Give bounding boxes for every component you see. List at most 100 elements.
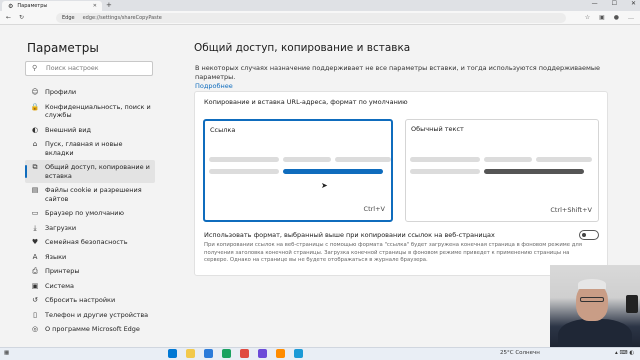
sidebar-item[interactable]: 🔒 Конфиденциальность, поиск и службы bbox=[25, 100, 155, 123]
sidebar-item[interactable]: ◐ Внешний вид bbox=[25, 123, 155, 138]
cookie-icon: ▤ bbox=[31, 186, 39, 194]
address-bar[interactable]: Edge edge://settings/shareCopyPaste bbox=[56, 13, 566, 23]
browser-toolbar: ← ↻ Edge edge://settings/shareCopyPaste … bbox=[0, 11, 640, 25]
close-tab-icon[interactable]: ✕ bbox=[93, 3, 97, 9]
sidebar-item-label: Файлы cookie и разрешения сайтов bbox=[45, 186, 142, 203]
weather-widget[interactable]: 25°C Солнечн bbox=[500, 350, 540, 356]
sidebar-item[interactable]: ⌂ Пуск, главная и новые вкладки bbox=[25, 137, 155, 160]
preview-bar bbox=[209, 157, 279, 162]
language-icon: A bbox=[32, 252, 38, 261]
new-tab-button[interactable]: + bbox=[106, 1, 112, 9]
sidebar-item[interactable]: ▭ Браузер по умолчанию bbox=[25, 206, 155, 221]
sidebar-item[interactable]: ⎙ Принтеры bbox=[25, 264, 155, 279]
sidebar-item-label: Общий доступ, копирование и вставка bbox=[45, 163, 150, 180]
taskbar-app-icon[interactable] bbox=[294, 349, 303, 358]
format-option-plain-text[interactable]: Обычный текст Ctrl+Shift+V bbox=[405, 119, 599, 222]
sidebar-item-label: Сбросить настройки bbox=[45, 296, 116, 304]
sidebar-item-label: Загрузки bbox=[45, 223, 77, 232]
close-window-icon[interactable]: ✕ bbox=[631, 0, 636, 7]
toggle-label: Использовать формат, выбранный выше при … bbox=[204, 231, 495, 239]
preview-bar bbox=[410, 169, 480, 174]
card-heading: Копирование и вставка URL-адреса, формат… bbox=[204, 98, 408, 106]
sidebar-item-label: Языки bbox=[45, 252, 67, 261]
sidebar-item[interactable]: ♥ Семейная безопасность bbox=[25, 235, 155, 250]
taskbar-left: ▦ bbox=[4, 350, 9, 356]
settings-sidebar: Параметры ⚲ Поиск настроек ☺ Профили 🔒 Конф… bbox=[0, 25, 163, 347]
preview-bar bbox=[283, 157, 331, 162]
sidebar-item-label: Конфиденциальность, поиск и службы bbox=[45, 102, 151, 120]
sidebar-item[interactable]: A Языки bbox=[25, 250, 155, 265]
page-description: В некоторых случаях назначение поддержив… bbox=[195, 64, 615, 91]
tab-title: Параметры bbox=[17, 3, 48, 9]
lock-icon: 🔒 bbox=[30, 102, 40, 111]
taskbar-app-icon[interactable] bbox=[222, 349, 231, 358]
microphone-icon bbox=[626, 295, 638, 313]
sidebar-item-label: Семейная безопасность bbox=[45, 238, 128, 246]
taskbar-app-icon[interactable] bbox=[168, 349, 177, 358]
refresh-icon[interactable]: ↻ bbox=[19, 14, 24, 21]
sidebar-item-label: О программе Microsoft Edge bbox=[45, 325, 140, 333]
family-icon: ♥ bbox=[31, 238, 39, 246]
sidebar-item-label: Профили bbox=[45, 88, 77, 96]
sidebar-item[interactable]: ◎ О программе Microsoft Edge bbox=[25, 322, 155, 337]
taskbar-app-icon[interactable] bbox=[186, 349, 195, 358]
appearance-icon: ◐ bbox=[31, 125, 39, 134]
maximize-icon[interactable]: ☐ bbox=[612, 0, 617, 7]
description-text: В некоторых случаях назначение поддержив… bbox=[195, 64, 601, 81]
taskbar-app-icon[interactable] bbox=[258, 349, 267, 358]
preview-text-bar bbox=[484, 169, 584, 174]
collections-icon[interactable]: ▣ bbox=[599, 14, 605, 21]
reset-icon: ↺ bbox=[32, 296, 38, 304]
sidebar-item-label: Система bbox=[45, 281, 75, 290]
option-link-shortcut: Ctrl+V bbox=[363, 205, 385, 213]
download-icon: ⤓ bbox=[33, 223, 37, 232]
tab-strip: ⚙ Параметры ✕ + — ☐ ✕ bbox=[0, 0, 640, 11]
preview-bar bbox=[335, 157, 391, 162]
webcam-overlay bbox=[550, 265, 640, 347]
share-icon: ⧉ bbox=[32, 163, 38, 171]
browser-icon: ▭ bbox=[31, 209, 39, 217]
sidebar-item-label: Браузер по умолчанию bbox=[45, 209, 125, 217]
option-plain-label: Обычный текст bbox=[411, 125, 464, 133]
preview-bar bbox=[410, 157, 480, 162]
more-icon[interactable]: … bbox=[628, 14, 634, 21]
profile-icon[interactable]: ● bbox=[614, 14, 619, 21]
address-url: edge://settings/shareCopyPaste bbox=[82, 15, 162, 21]
search-icon: ⚲ bbox=[32, 64, 38, 72]
widgets-icon[interactable]: ▦ bbox=[4, 350, 9, 356]
gear-icon: ⚙ bbox=[8, 2, 14, 10]
address-prefix: Edge bbox=[62, 15, 75, 21]
format-option-link[interactable]: Ссылка ➤ Ctrl+V bbox=[203, 119, 393, 222]
sidebar-item[interactable]: ↺ Сбросить настройки bbox=[25, 293, 155, 308]
page-title: Общий доступ, копирование и вставка bbox=[194, 42, 411, 54]
taskbar-app-icon[interactable] bbox=[204, 349, 213, 358]
system-tray[interactable]: ▴ ⌨ ◐ bbox=[615, 350, 634, 356]
sidebar-item[interactable]: ▯ Телефон и другие устройства bbox=[25, 308, 155, 323]
favorites-icon[interactable]: ☆ bbox=[585, 14, 590, 21]
sidebar-item-label: Принтеры bbox=[45, 267, 80, 275]
toggle-description: При копировании ссылок на веб-страницы с… bbox=[204, 242, 582, 263]
more-link[interactable]: Подробнее bbox=[195, 82, 233, 90]
preview-bar bbox=[484, 157, 532, 162]
phone-icon: ▯ bbox=[33, 310, 37, 319]
presenter-body bbox=[558, 319, 632, 347]
sidebar-item-label: Внешний вид bbox=[45, 125, 91, 134]
tab-settings[interactable]: ⚙ Параметры ✕ bbox=[2, 1, 102, 11]
person-icon: ☺ bbox=[31, 88, 39, 96]
option-plain-shortcut: Ctrl+Shift+V bbox=[550, 206, 592, 214]
taskbar-app-icon[interactable] bbox=[240, 349, 249, 358]
sidebar-item[interactable]: ⧉ Общий доступ, копирование и вставка bbox=[25, 160, 155, 183]
search-input[interactable]: ⚲ Поиск настроек bbox=[25, 61, 153, 76]
sidebar-title: Параметры bbox=[27, 41, 99, 55]
mouse-cursor-icon: ➤ bbox=[321, 181, 328, 190]
taskbar-app-icon[interactable] bbox=[276, 349, 285, 358]
preview-bar bbox=[209, 169, 279, 174]
back-icon[interactable]: ← bbox=[6, 14, 11, 21]
use-format-toggle[interactable] bbox=[579, 230, 599, 240]
sidebar-item[interactable]: ⤓ Загрузки bbox=[25, 221, 155, 236]
system-icon: ▣ bbox=[31, 281, 39, 290]
sidebar-item[interactable]: ▣ Система bbox=[25, 279, 155, 294]
minimize-icon[interactable]: — bbox=[592, 0, 598, 7]
sidebar-item[interactable]: ▤ Файлы cookie и разрешения сайтов bbox=[25, 183, 155, 206]
sidebar-item[interactable]: ☺ Профили bbox=[25, 85, 155, 100]
